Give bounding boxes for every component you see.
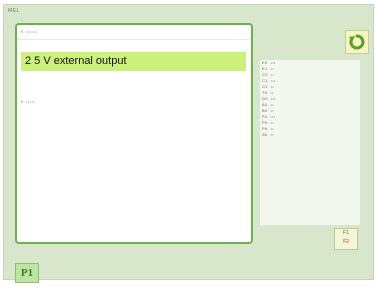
parameter-text: •• [270, 90, 274, 95]
page-indicator-badge: P1 [15, 263, 39, 283]
selected-list-item[interactable]: 2 5 V external output [21, 52, 246, 71]
list-item-label: € •••••• [21, 29, 38, 34]
selected-item-label: 2 5 V external output [25, 55, 127, 67]
parameter-code: F0 [262, 114, 268, 119]
parameter-text: ••• [270, 60, 276, 65]
page-button[interactable]: F1 F2 [334, 228, 358, 250]
parameter-text: •• [270, 120, 274, 125]
parameter-code: C0 [262, 72, 268, 77]
parameter-text: •• [270, 102, 274, 107]
option-list-panel: € •••••• 2 5 V external output € ••••• [15, 23, 253, 244]
parameter-text: •• [270, 108, 274, 113]
page-button-top-label: F1 [343, 230, 349, 236]
parameter-code: D0 [262, 96, 268, 101]
parameter-code: Sh [262, 132, 268, 137]
parameter-code: T0 [262, 90, 268, 95]
parameter-code: C1 [262, 78, 268, 83]
parameter-text: •• [270, 126, 274, 131]
parameter-code: C2 [262, 84, 268, 89]
device-screen: MEL € •••••• 2 5 V external output € •••… [3, 4, 374, 283]
parameter-code: P0 [262, 120, 268, 125]
parameter-code: A0 [262, 102, 268, 107]
parameter-text: ••• [270, 114, 276, 119]
screen-header-label: MEL [8, 8, 20, 14]
parameter-text: ••• [270, 78, 276, 83]
refresh-icon [349, 34, 365, 50]
list-item[interactable]: € ••••• [17, 95, 251, 109]
parameter-text: ••• [270, 96, 276, 101]
parameter-code: E0 [262, 60, 268, 65]
parameter-code: B0 [262, 108, 268, 113]
parameter-list: E0 ••• E1 •• C0 •• C1 ••• C2 •• T0 •• D0 ••• A0 •• B0 •• F… [262, 60, 322, 138]
page-button-bottom-label: F2 [343, 239, 349, 245]
parameter-text: •• [270, 84, 275, 89]
parameter-text: •• [270, 132, 274, 137]
parameter-item: Sh •• [262, 132, 322, 138]
parameter-text: •• [270, 72, 275, 77]
list-item-label: € ••••• [21, 99, 36, 104]
refresh-button[interactable] [345, 30, 369, 54]
list-item[interactable]: € •••••• [17, 25, 251, 40]
parameter-text: •• [270, 66, 274, 71]
parameter-code: Ph [262, 126, 268, 131]
parameter-code: E1 [262, 66, 268, 71]
parameter-panel: E0 ••• E1 •• C0 •• C1 ••• C2 •• T0 •• D0 ••• A0 •• B0 •• F… [260, 60, 360, 225]
